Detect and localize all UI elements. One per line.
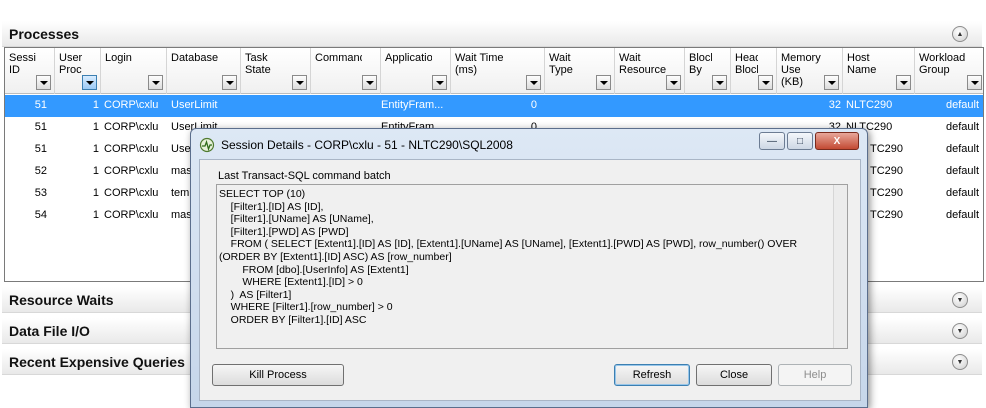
expand-icon[interactable]: ▼: [952, 323, 968, 339]
grid-header: Session ID User Process Login Database T…: [5, 48, 983, 94]
filter-dropdown-icon[interactable]: [967, 75, 982, 90]
col-blocked-by[interactable]: Blocked By: [685, 48, 731, 94]
col-session-id[interactable]: Session ID: [5, 48, 55, 94]
sql-textbox[interactable]: SELECT TOP (10) [Filter1].[ID] AS [ID], …: [216, 184, 848, 349]
col-database[interactable]: Database: [167, 48, 241, 94]
expand-icon[interactable]: ▼: [952, 292, 968, 308]
refresh-button[interactable]: Refresh: [614, 364, 690, 386]
filter-dropdown-icon[interactable]: [292, 75, 307, 90]
filter-dropdown-icon[interactable]: [596, 75, 611, 90]
collapse-icon[interactable]: ▲: [952, 26, 968, 42]
filter-dropdown-icon[interactable]: [362, 75, 377, 90]
col-login[interactable]: Login: [101, 48, 167, 94]
session-details-dialog: Session Details - CORP\cxlu - 51 - NLTC2…: [190, 128, 868, 408]
col-command[interactable]: Command: [311, 48, 381, 94]
filter-dropdown-icon[interactable]: [712, 75, 727, 90]
col-user-process[interactable]: User Process: [55, 48, 101, 94]
kill-process-button[interactable]: Kill Process: [212, 364, 344, 386]
col-application[interactable]: Application: [381, 48, 451, 94]
col-head-blocker[interactable]: Head Blocker: [731, 48, 777, 94]
filter-dropdown-icon[interactable]: [666, 75, 681, 90]
col-wait-time[interactable]: Wait Time (ms): [451, 48, 545, 94]
col-wait-resource[interactable]: Wait Resource: [615, 48, 685, 94]
sql-scrollbar[interactable]: [833, 185, 847, 348]
data-file-io-title: Data File I/O: [9, 323, 90, 339]
sql-text: SELECT TOP (10) [Filter1].[ID] AS [ID], …: [219, 188, 798, 326]
filter-dropdown-icon[interactable]: [526, 75, 541, 90]
filter-dropdown-icon[interactable]: [432, 75, 447, 90]
col-memory-use[interactable]: Memory Use (KB): [777, 48, 843, 94]
filter-dropdown-icon[interactable]: [222, 75, 237, 90]
expand-icon[interactable]: ▼: [952, 354, 968, 370]
sql-group-label: Last Transact-SQL command batch: [216, 170, 393, 182]
processes-title: Processes: [9, 26, 80, 42]
processes-section-header[interactable]: Processes ▲: [2, 21, 982, 47]
recent-expensive-title: Recent Expensive Queries: [9, 354, 185, 370]
maximize-icon[interactable]: □: [787, 132, 813, 150]
minimize-icon[interactable]: —: [759, 132, 785, 150]
close-icon[interactable]: X: [815, 132, 859, 150]
col-workload-group[interactable]: Workload Group: [915, 48, 983, 94]
table-row[interactable]: 51 1 CORP\cxlu UserLimit EntityFram... 0…: [5, 95, 983, 117]
close-button[interactable]: Close: [696, 364, 772, 386]
filter-dropdown-icon[interactable]: [824, 75, 839, 90]
dialog-body: Last Transact-SQL command batch SELECT T…: [199, 159, 861, 401]
filter-dropdown-icon[interactable]: [896, 75, 911, 90]
col-wait-type[interactable]: Wait Type: [545, 48, 615, 94]
filter-dropdown-icon[interactable]: [82, 75, 97, 90]
resource-waits-title: Resource Waits: [9, 292, 114, 308]
col-task-state[interactable]: Task State: [241, 48, 311, 94]
col-host-name[interactable]: Host Name: [843, 48, 915, 94]
filter-dropdown-icon[interactable]: [36, 75, 51, 90]
dialog-title: Session Details - CORP\cxlu - 51 - NLTC2…: [221, 138, 513, 152]
filter-dropdown-icon[interactable]: [148, 75, 163, 90]
help-button[interactable]: Help: [778, 364, 852, 386]
filter-dropdown-icon[interactable]: [758, 75, 773, 90]
activity-monitor-icon: [199, 137, 215, 153]
